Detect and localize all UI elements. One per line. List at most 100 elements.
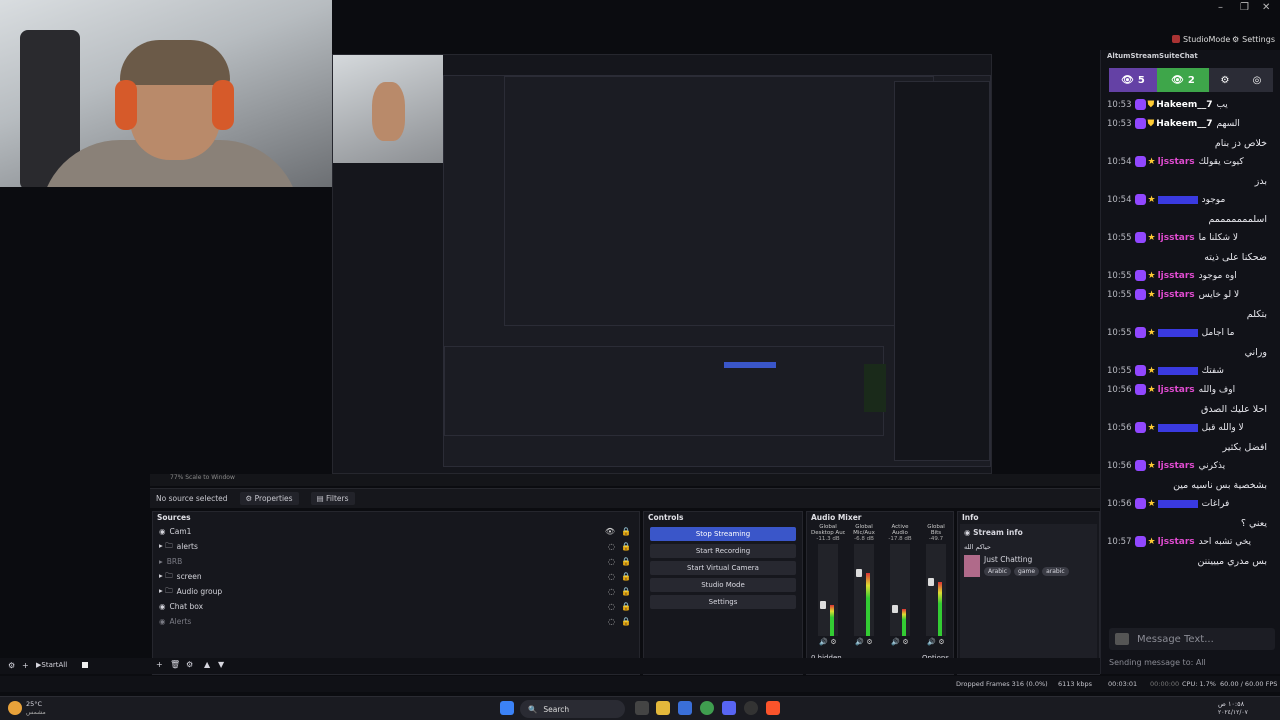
- preview-zoom-status: 77% Scale to Window: [150, 474, 1100, 486]
- chat-username[interactable]: [1157, 328, 1198, 337]
- lock-icon[interactable]: 🔒: [621, 527, 631, 536]
- shield-icon: ⛊: [1147, 119, 1155, 129]
- eye-icon[interactable]: 👁: [605, 527, 615, 536]
- control-button[interactable]: Start Virtual Camera: [650, 561, 796, 575]
- source-name: Chat box: [169, 602, 204, 611]
- lock-icon[interactable]: 🔒: [621, 557, 631, 566]
- chat-username[interactable]: [1157, 195, 1198, 204]
- restore-button[interactable]: ❐: [1240, 2, 1249, 13]
- eye-icon[interactable]: ◌: [608, 617, 615, 626]
- source-item[interactable]: ◉ Alerts ◌ 🔒: [153, 614, 639, 629]
- mute-icon[interactable]: 🔊 ⚙: [811, 638, 845, 646]
- source-item[interactable]: ▸ 🗀 alerts ◌ 🔒: [153, 539, 639, 554]
- chat-username[interactable]: ljsstars: [1158, 385, 1195, 395]
- add-source-icon[interactable]: +: [156, 660, 163, 669]
- settings-button[interactable]: ⚙ Settings: [1232, 32, 1275, 46]
- chat-username[interactable]: ljsstars: [1158, 233, 1195, 243]
- file-explorer-icon[interactable]: [656, 701, 670, 715]
- control-button[interactable]: Settings: [650, 595, 796, 609]
- close-button[interactable]: ✕: [1262, 2, 1270, 13]
- chat-username[interactable]: ljsstars: [1158, 290, 1195, 300]
- dropped-frames: Dropped Frames 316 (0.0%): [956, 680, 1048, 688]
- chat-username[interactable]: Hakeem__7: [1156, 119, 1212, 129]
- lock-icon[interactable]: 🔒: [621, 617, 631, 626]
- lock-icon[interactable]: 🔒: [621, 587, 631, 596]
- source-item[interactable]: ▸ BRB ◌ 🔒: [153, 554, 639, 569]
- filters-button[interactable]: ▤ Filters: [310, 492, 355, 505]
- control-button[interactable]: Start Recording: [650, 544, 796, 558]
- volume-meter: [866, 573, 870, 636]
- chrome-icon[interactable]: [700, 701, 714, 715]
- obs-preview-canvas[interactable]: [332, 54, 992, 474]
- source-item[interactable]: ◉ Chat box ◌ 🔒: [153, 599, 639, 614]
- gear-icon[interactable]: ⚙: [8, 661, 15, 670]
- volume-slider[interactable]: [892, 605, 898, 613]
- gear-icon[interactable]: ⚙: [186, 660, 193, 669]
- chat-settings-button[interactable]: ⚙: [1209, 68, 1241, 92]
- twitch-badge-icon: [1134, 232, 1146, 243]
- mute-icon[interactable]: 🔊 ⚙: [919, 638, 953, 646]
- chat-text-continued: بس مدري ميييننن: [1197, 556, 1267, 567]
- studio-mode-button[interactable]: StudioMode: [1172, 32, 1230, 46]
- source-icon: ◉: [159, 602, 166, 611]
- source-item[interactable]: ◉ Cam1 👁 🔒: [153, 524, 639, 539]
- move-up-icon[interactable]: ▲: [204, 660, 210, 669]
- task-view-icon[interactable]: [635, 701, 649, 715]
- weather-icon[interactable]: [8, 701, 22, 715]
- stream-tag[interactable]: arabic: [1042, 567, 1069, 576]
- trash-icon[interactable]: 🗑: [170, 660, 180, 669]
- volume-slider[interactable]: [820, 601, 826, 609]
- chat-username[interactable]: ljsstars: [1158, 157, 1195, 167]
- properties-button[interactable]: ⚙ Properties: [239, 492, 299, 505]
- discord-icon[interactable]: [722, 701, 736, 715]
- fps: 60.00 / 60.00 FPS: [1220, 680, 1278, 688]
- chat-username[interactable]: ljsstars: [1158, 537, 1195, 547]
- stream-tag[interactable]: game: [1014, 567, 1040, 576]
- lock-icon[interactable]: 🔒: [621, 542, 631, 551]
- chat-connect-button[interactable]: ◎: [1241, 68, 1273, 92]
- source-item[interactable]: ▸ 🗀 screen ◌ 🔒: [153, 569, 639, 584]
- sources-dock: Sources ◉ Cam1 👁 🔒 ▸ 🗀 alerts ◌ 🔒 ▸ BRB ◌ 🔒 ▸ 🗀 scree…: [152, 511, 640, 675]
- add-icon[interactable]: +: [22, 661, 29, 670]
- mute-icon[interactable]: 🔊 ⚙: [847, 638, 881, 646]
- move-down-icon[interactable]: ▼: [218, 660, 224, 669]
- minimize-button[interactable]: –: [1218, 2, 1223, 13]
- eye-icon[interactable]: ◌: [608, 542, 615, 551]
- source-item[interactable]: ▸ 🗀 Audio group ◌ 🔒: [153, 584, 639, 599]
- chat-username[interactable]: Hakeem__7: [1156, 100, 1212, 110]
- chat-username[interactable]: [1157, 423, 1198, 432]
- mute-icon[interactable]: 🔊 ⚙: [883, 638, 917, 646]
- chat-username[interactable]: [1157, 366, 1198, 375]
- windows-start-icon[interactable]: [500, 701, 514, 715]
- eye-icon[interactable]: ◌: [608, 587, 615, 596]
- chat-username[interactable]: ljsstars: [1158, 271, 1195, 281]
- volume-slider[interactable]: [856, 569, 862, 577]
- chat-text: يذكرني: [1198, 461, 1226, 471]
- store-icon[interactable]: [678, 701, 692, 715]
- chat-username[interactable]: [1157, 499, 1198, 508]
- taskbar-search[interactable]: 🔍 Search: [520, 700, 625, 718]
- clock-date: ٢٠٢٤/١٢/٠٧: [1218, 709, 1248, 716]
- eye-icon[interactable]: ◌: [608, 572, 615, 581]
- chat-dock-title: AltumStreamSuiteChat: [1107, 52, 1198, 60]
- eye-icon[interactable]: ◌: [608, 602, 615, 611]
- start-all-button[interactable]: ▶StartAll: [36, 661, 67, 669]
- bitrate: 6113 kbps: [1058, 680, 1093, 688]
- folder-icon: ▸ 🗀: [159, 571, 173, 580]
- obs-icon[interactable]: [744, 701, 758, 715]
- volume-slider[interactable]: [928, 578, 934, 586]
- chat-username[interactable]: ljsstars: [1158, 461, 1195, 471]
- lock-icon[interactable]: 🔒: [621, 602, 631, 611]
- chat-text: ما اجامل: [1201, 328, 1235, 338]
- rec-timer: 00:00:00: [1150, 680, 1180, 688]
- control-button[interactable]: Studio Mode: [650, 578, 796, 592]
- stop-icon[interactable]: [82, 662, 88, 668]
- chat-message-input[interactable]: Message Text...: [1109, 628, 1275, 650]
- lock-icon[interactable]: 🔒: [621, 572, 631, 581]
- control-button[interactable]: Stop Streaming: [650, 527, 796, 541]
- stream-tag[interactable]: Arabic: [984, 567, 1012, 576]
- brave-icon[interactable]: [766, 701, 780, 715]
- eye-icon[interactable]: ◌: [608, 557, 615, 566]
- windows-taskbar: 25°C مشمس 🔍 Search ١٠:٥٨ ص ٢٠٢٤/١٢/٠٧: [0, 696, 1280, 720]
- chat-message: 10:55 ★ ljsstars لا لو خايس بتكلم: [1107, 286, 1275, 324]
